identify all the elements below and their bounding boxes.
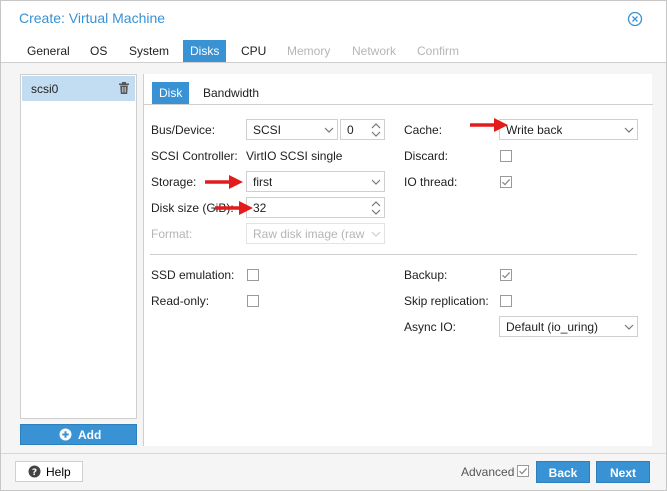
checkmark-icon [502,271,511,279]
chevron-down-icon [371,179,381,185]
chevron-down-icon [371,231,381,237]
io-thread-checkbox[interactable] [500,176,512,188]
backup-checkbox[interactable] [500,269,512,281]
footer-bar: ? Help Advanced Back Next [1,453,666,490]
plus-circle-icon [59,428,72,441]
help-label: Help [46,465,71,479]
tab-network: Network [352,44,397,58]
tab-system[interactable]: System [122,40,176,62]
back-button[interactable]: Back [536,461,590,483]
chevron-down-icon [624,324,634,330]
next-button[interactable]: Next [596,461,650,483]
annotation-arrow-icon [215,201,253,215]
device-label: scsi0 [31,82,59,96]
storage-label: Storage: [151,175,197,189]
tab-general[interactable]: General [20,40,77,62]
scsi-controller-value: VirtIO SCSI single [246,149,343,163]
tab-cpu[interactable]: CPU [234,40,273,62]
wizard-tabbar: General OS System Disks CPU Memory Netwo… [1,37,666,63]
bus-select[interactable]: SCSI [246,119,338,140]
create-vm-window: Create: Virtual Machine General OS Syste… [0,0,667,491]
ssd-emulation-label: SSD emulation: [151,268,235,282]
async-io-label: Async IO: [404,320,457,334]
format-select: Raw disk image (raw [246,223,385,244]
spinner-arrows-icon[interactable] [371,121,381,139]
subtab-disk[interactable]: Disk [152,82,190,104]
backup-label: Backup: [404,268,448,282]
discard-label: Discard: [404,149,449,163]
read-only-label: Read-only: [151,294,210,308]
advanced-label: Advanced [461,465,515,479]
subtab-divider [144,104,653,105]
tab-confirm: Confirm [417,44,460,58]
window-title: Create: Virtual Machine [19,10,166,26]
cache-label: Cache: [404,123,443,137]
section-divider [150,254,637,255]
ssd-emulation-checkbox[interactable] [247,269,259,281]
chevron-down-icon [324,127,334,133]
annotation-arrow-icon [470,118,508,132]
scsi-controller-label: SCSI Controller: [151,149,238,163]
trash-icon[interactable] [119,82,129,94]
discard-checkbox[interactable] [500,150,512,162]
io-thread-label: IO thread: [404,175,458,189]
tab-memory: Memory [287,44,331,58]
tab-os[interactable]: OS [83,40,114,62]
title-bar: Create: Virtual Machine [1,1,666,37]
help-button[interactable]: ? Help [15,461,83,482]
question-circle-icon: ? [28,465,41,478]
subtab-bandwidth[interactable]: Bandwidth [196,82,266,104]
spinner-arrows-icon[interactable] [371,199,381,217]
async-io-select[interactable]: Default (io_uring) [499,316,638,337]
add-label: Add [78,428,102,442]
checkmark-icon [502,178,511,186]
bus-device-label: Bus/Device: [151,123,216,137]
disk-form-panel: Disk Bandwidth Bus/Device: SCSI 0 SCSI C… [143,74,653,446]
list-item[interactable]: scsi0 [22,76,135,101]
cache-select[interactable]: Write back [499,119,638,140]
read-only-checkbox[interactable] [247,295,259,307]
storage-select[interactable]: first [246,171,385,192]
annotation-arrow-icon [205,175,243,189]
skip-replication-label: Skip replication: [404,294,489,308]
add-device-button[interactable]: Add [20,424,137,445]
checkmark-icon [519,467,528,475]
advanced-checkbox[interactable] [517,465,529,477]
chevron-down-icon [624,127,634,133]
format-label: Format: [151,227,193,241]
disk-size-spinner[interactable]: 32 [246,197,385,218]
close-icon[interactable] [627,11,643,27]
device-index-spinner[interactable]: 0 [340,119,385,140]
device-list: scsi0 [20,74,137,419]
skip-replication-checkbox[interactable] [500,295,512,307]
tab-disks[interactable]: Disks [183,40,227,62]
svg-text:?: ? [32,468,37,478]
